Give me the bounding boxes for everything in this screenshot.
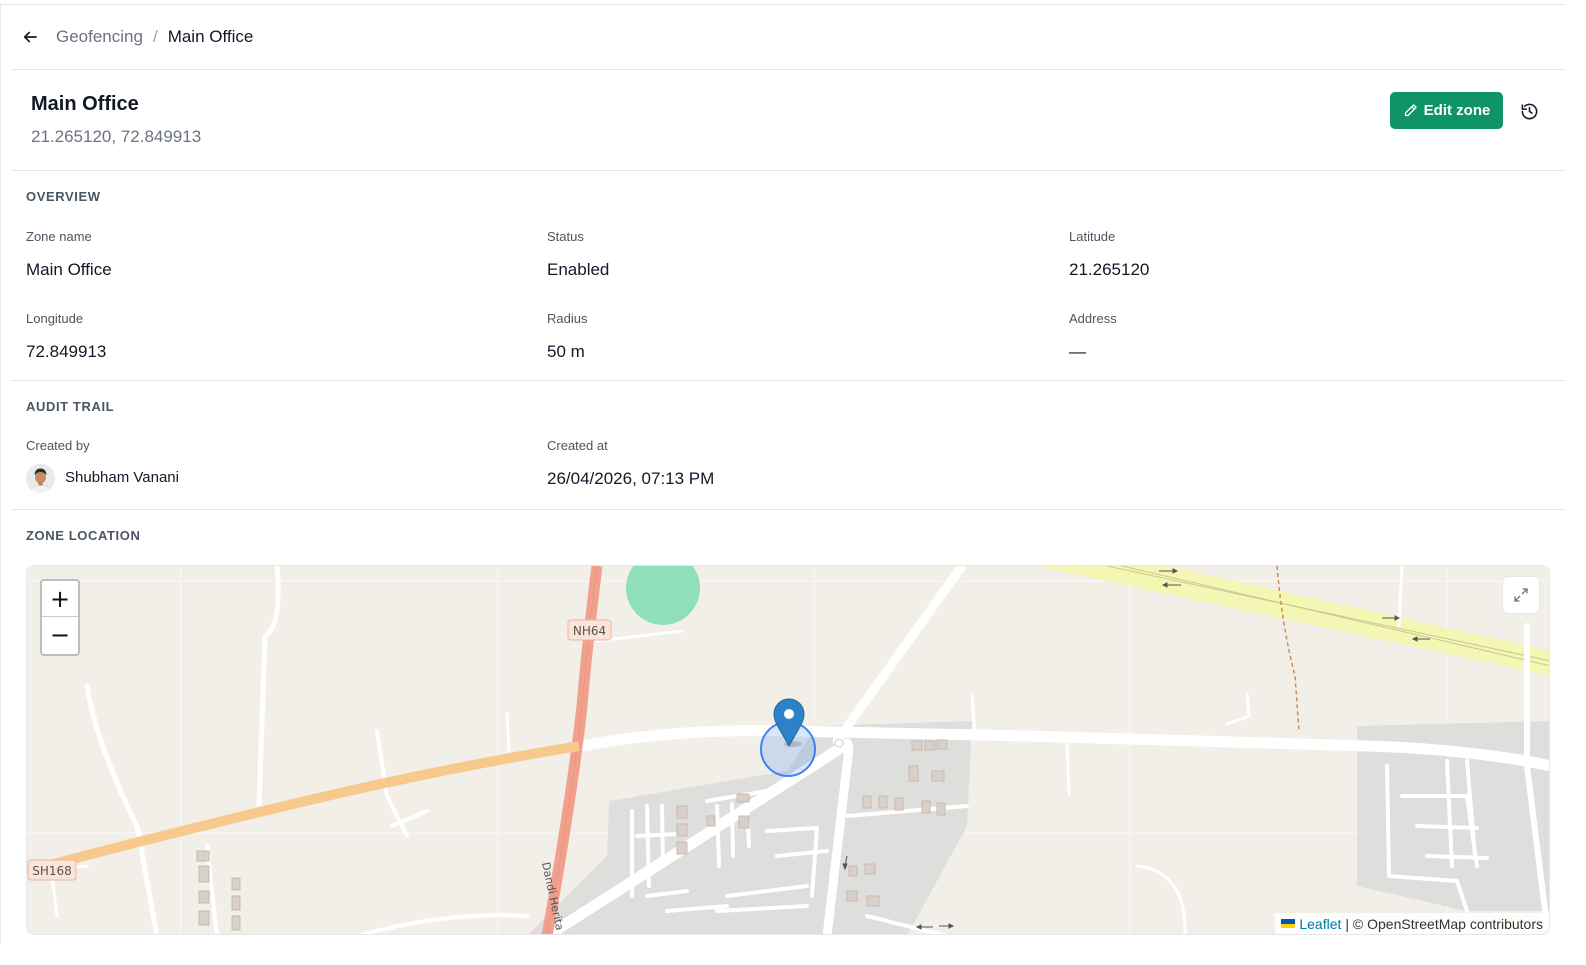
back-arrow-icon[interactable]	[19, 26, 41, 48]
latitude-label: Latitude	[1069, 229, 1116, 244]
edit-zone-button[interactable]: Edit zone	[1390, 92, 1503, 129]
address-label: Address	[1069, 311, 1117, 326]
overview-section: OVERVIEW Zone name Main Office Status En…	[11, 171, 1566, 381]
map-attribution: Leaflet | © OpenStreetMap contributors	[1275, 913, 1549, 934]
created-at-label: Created at	[547, 438, 608, 453]
overview-title: OVERVIEW	[26, 189, 101, 204]
longitude-label: Longitude	[26, 311, 84, 326]
status-value: Enabled	[547, 260, 610, 279]
svg-text:SH168: SH168	[32, 864, 72, 878]
created-by-label: Created by	[26, 438, 90, 453]
page-title: Main Office	[31, 93, 139, 115]
fullscreen-expand-icon[interactable]	[1502, 576, 1540, 614]
zone-location-section: ZONE LOCATION NH64 SH168 Dandi Herita + …	[11, 510, 1566, 950]
created-at-value: 26/04/2026, 07:13 PM	[547, 469, 715, 488]
audit-trail-title: AUDIT TRAIL	[26, 399, 115, 414]
zoom-out-button[interactable]: −	[42, 617, 78, 653]
zoom-in-button[interactable]: +	[42, 581, 78, 617]
audit-trail-section: AUDIT TRAIL Created by Shubham Vanani Cr…	[11, 381, 1566, 510]
zoom-control: + −	[40, 579, 80, 656]
breadcrumb-separator: /	[152, 27, 158, 46]
status-label: Status	[547, 229, 584, 244]
radius-value: 50 m	[547, 342, 585, 361]
svg-text:NH64: NH64	[573, 624, 606, 638]
edit-zone-label: Edit zone	[1423, 102, 1491, 119]
latitude-value: 21.265120	[1069, 260, 1150, 279]
osm-attribution-text: | © OpenStreetMap contributors	[1345, 915, 1543, 932]
map-tiles: NH64 SH168 Dandi Herita	[27, 566, 1549, 934]
road-label-sh168: SH168	[27, 859, 77, 881]
ukraine-flag-icon	[1281, 919, 1296, 928]
breadcrumb: Geofencing / Main Office	[11, 5, 1566, 70]
breadcrumb-current: Main Office	[167, 27, 254, 46]
radius-label: Radius	[547, 311, 588, 326]
road-label-nh64: NH64	[567, 619, 612, 641]
zone-coordinates: 21.265120, 72.849913	[31, 127, 202, 146]
pencil-icon	[1404, 104, 1417, 117]
leaflet-link[interactable]: Leaflet	[1299, 916, 1341, 932]
history-icon[interactable]	[1516, 98, 1542, 124]
left-border	[0, 4, 1, 944]
zone-name-label: Zone name	[26, 229, 92, 244]
zone-location-title: ZONE LOCATION	[26, 528, 141, 543]
zone-header: Main Office 21.265120, 72.849913 Edit zo…	[11, 70, 1566, 171]
zone-name-value: Main Office	[26, 260, 112, 279]
creator-name: Shubham Vanani	[65, 469, 179, 486]
breadcrumb-geofencing-link[interactable]: Geofencing	[56, 27, 143, 47]
address-value: —	[1069, 342, 1086, 361]
zone-map[interactable]: NH64 SH168 Dandi Herita + − Leaflet | © …	[26, 565, 1550, 935]
avatar	[26, 464, 55, 493]
longitude-value: 72.849913	[26, 342, 107, 361]
